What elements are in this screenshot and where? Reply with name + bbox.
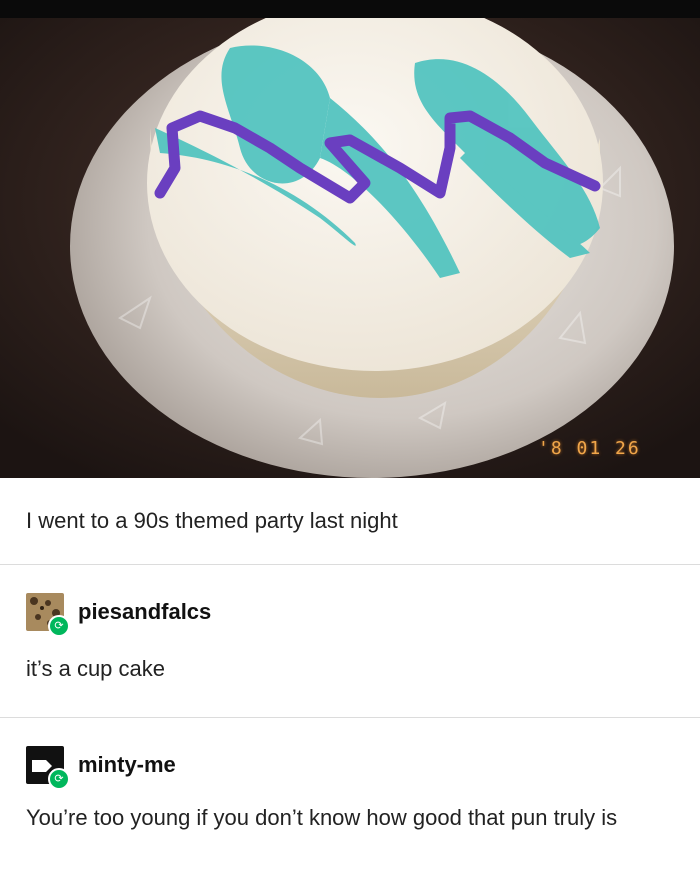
- reply-item: ⟳ minty-me You’re too young if you don’t…: [0, 718, 700, 896]
- cake-image: [0, 18, 700, 478]
- reply-text: You’re too young if you don’t know how g…: [26, 805, 618, 830]
- reply-item: ⟳ piesandfalcs it’s a cup cake: [0, 565, 700, 718]
- username-link[interactable]: piesandfalcs: [78, 599, 211, 625]
- avatar[interactable]: ⟳: [26, 593, 70, 637]
- reply-text: it’s a cup cake: [26, 656, 166, 681]
- reblog-icon: ⟳: [48, 768, 70, 790]
- top-bar: [0, 0, 700, 18]
- date-stamp: '8 01 26: [538, 438, 641, 459]
- reply-header: ⟳ piesandfalcs: [0, 565, 700, 637]
- avatar[interactable]: ⟳: [26, 746, 70, 790]
- post-caption: I went to a 90s themed party last night: [0, 478, 700, 565]
- username-link[interactable]: minty-me: [78, 752, 176, 778]
- cake-photo: '8 01 26: [0, 18, 700, 478]
- reblog-icon: ⟳: [48, 615, 70, 637]
- reply-header: ⟳ minty-me: [0, 718, 700, 790]
